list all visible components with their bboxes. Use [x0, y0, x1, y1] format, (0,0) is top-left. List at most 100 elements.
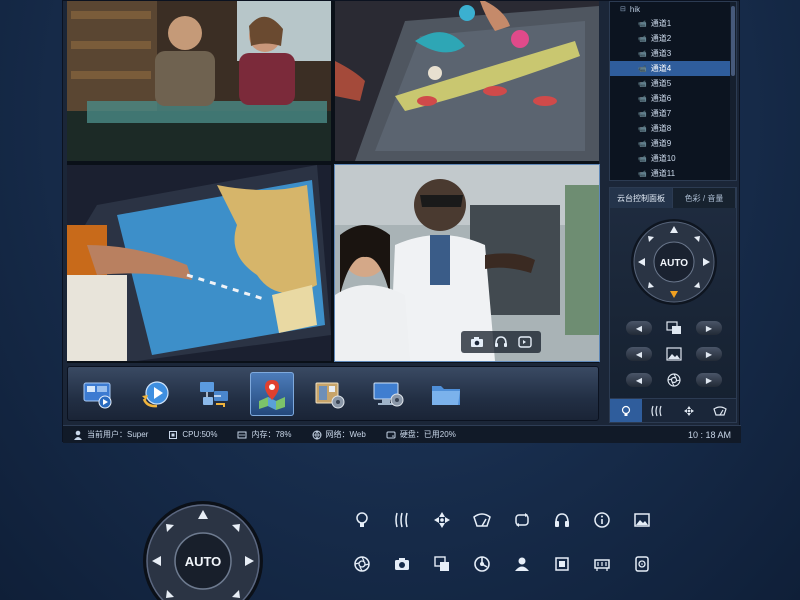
map-button[interactable]: [250, 371, 294, 416]
ptz-auto-label[interactable]: AUTO: [660, 258, 688, 269]
asset-audio[interactable]: [542, 508, 582, 532]
system-settings-icon: [373, 382, 404, 406]
tree-root-label: hik: [629, 4, 641, 14]
zoom-icon: [434, 556, 449, 571]
channel-label: 通道1: [650, 19, 672, 28]
network-button[interactable]: [192, 372, 236, 416]
large-ptz-wheel[interactable]: AUTO: [142, 500, 264, 600]
scrollbar-thumb[interactable]: [731, 6, 735, 76]
asset-camera[interactable]: [382, 552, 422, 576]
ptz-direction-wheel[interactable]: AUTO: [630, 218, 718, 306]
asset-zoom[interactable]: [422, 552, 462, 576]
image-icon: [634, 513, 650, 527]
tab-color-volume[interactable]: 色彩 / 音量: [673, 188, 736, 208]
camera-channel-icon: 📹: [638, 170, 647, 178]
asset-user[interactable]: [502, 552, 542, 576]
preset-icon: [474, 556, 490, 572]
system-settings-button[interactable]: [366, 372, 410, 416]
tree-item-channel[interactable]: 📹 通道2: [610, 31, 736, 46]
map-icon: [259, 379, 285, 410]
video-cell-2[interactable]: [335, 1, 599, 161]
heat-icon: [395, 512, 408, 528]
tree-item-channel[interactable]: 📹 通道6: [610, 91, 736, 106]
ptz-control-panel: 云台控制面板 色彩 / 音量 AUTO ◀ ▶ ◀ ▶ ◀ ▶: [609, 187, 737, 423]
tree-item-channel[interactable]: 📹 通道4: [610, 61, 736, 76]
asset-refresh[interactable]: [502, 508, 542, 532]
channel-label: 通道11: [650, 169, 676, 178]
tree-item-channel[interactable]: 📹 通道7: [610, 106, 736, 121]
camera-channel-icon: 📹: [638, 155, 647, 163]
asset-info[interactable]: [582, 508, 622, 532]
cpu-icon: [168, 430, 178, 440]
camera-controls: [461, 331, 541, 353]
globe-icon: [312, 430, 322, 440]
device-settings-button[interactable]: [308, 372, 352, 416]
asset-disk[interactable]: [622, 552, 662, 576]
camera-feed-1: [67, 1, 331, 161]
disk-icon: [386, 430, 396, 440]
fan-button[interactable]: [673, 399, 705, 422]
asset-aperture[interactable]: [342, 552, 382, 576]
clock: 10 : 18 AM: [687, 429, 731, 440]
collapse-icon[interactable]: ⊟: [620, 5, 626, 13]
tree-item-channel[interactable]: 📹 通道11: [610, 166, 736, 180]
channel-label: 通道7: [650, 109, 672, 118]
focus-far-button[interactable]: ▶: [696, 347, 722, 361]
channel-label: 通道4: [650, 64, 672, 73]
tree-item-channel[interactable]: 📹 通道1: [610, 16, 736, 31]
video-cell-1[interactable]: [67, 1, 331, 161]
record-icon: [518, 336, 532, 348]
zoom-in-button[interactable]: ▶: [696, 321, 722, 335]
tab-ptz-control[interactable]: 云台控制面板: [610, 188, 673, 208]
headphones-icon: [555, 513, 569, 527]
channel-label: 通道3: [650, 49, 672, 58]
tree-item-channel[interactable]: 📹 通道10: [610, 151, 736, 166]
focus-near-button[interactable]: ◀: [626, 347, 652, 361]
video-cell-3[interactable]: [67, 165, 331, 361]
camera-channel-icon: 📹: [638, 50, 647, 58]
camera-channel-icon: 📹: [638, 125, 647, 133]
snapshot-button[interactable]: [467, 334, 487, 350]
asset-heat[interactable]: [382, 508, 422, 532]
tree-scrollbar[interactable]: [730, 2, 736, 180]
memory-icon: [594, 559, 610, 571]
light-button[interactable]: [610, 399, 642, 422]
tree-item-channel[interactable]: 📹 通道5: [610, 76, 736, 91]
asset-fan[interactable]: [422, 508, 462, 532]
folder-button[interactable]: [424, 372, 468, 416]
zoom-out-button[interactable]: ◀: [626, 321, 652, 335]
camera-icon: [395, 558, 409, 570]
channel-label: 通道5: [650, 79, 672, 88]
wiper-heat-button[interactable]: [642, 399, 674, 422]
asset-cpu[interactable]: [542, 552, 582, 576]
camera-channel-icon: 📹: [638, 35, 647, 43]
iris-close-button[interactable]: ◀: [626, 373, 652, 387]
video-cell-4[interactable]: [334, 164, 600, 362]
tree-item-channel[interactable]: 📹 通道3: [610, 46, 736, 61]
aperture-icon: [665, 372, 683, 388]
aperture-icon: [354, 556, 370, 572]
asset-light[interactable]: [342, 508, 382, 532]
channel-label: 通道6: [650, 94, 672, 103]
wiper-icon: [713, 405, 727, 416]
folder-icon: [432, 385, 460, 405]
asset-wiper[interactable]: [462, 508, 502, 532]
preview-button[interactable]: [76, 372, 120, 416]
tree-root-hik[interactable]: ⊟ hik: [610, 2, 736, 16]
record-button[interactable]: [515, 334, 535, 350]
asset-preset[interactable]: [462, 552, 502, 576]
asset-memory[interactable]: [582, 552, 622, 576]
tree-item-channel[interactable]: 📹 通道8: [610, 121, 736, 136]
audio-button[interactable]: [491, 334, 511, 350]
tree-item-channel[interactable]: 📹 通道9: [610, 136, 736, 151]
asset-image[interactable]: [622, 508, 662, 532]
info-icon: [594, 512, 610, 528]
ptz-footer: [610, 398, 736, 422]
channel-label: 通道8: [650, 124, 672, 133]
large-wheel-auto-label[interactable]: AUTO: [185, 554, 222, 569]
iris-open-button[interactable]: ▶: [696, 373, 722, 387]
channel-tree: ⊟ hik 📹 通道1 📹 通道2 📹 通道3 📹 通道4 📹 通道5 📹 通道6 📹 通道7 📹 通道8 📹 通…: [609, 1, 737, 181]
wiper-button[interactable]: [705, 399, 737, 422]
wiper-heat-icon: [651, 405, 662, 416]
playback-button[interactable]: [134, 372, 178, 416]
